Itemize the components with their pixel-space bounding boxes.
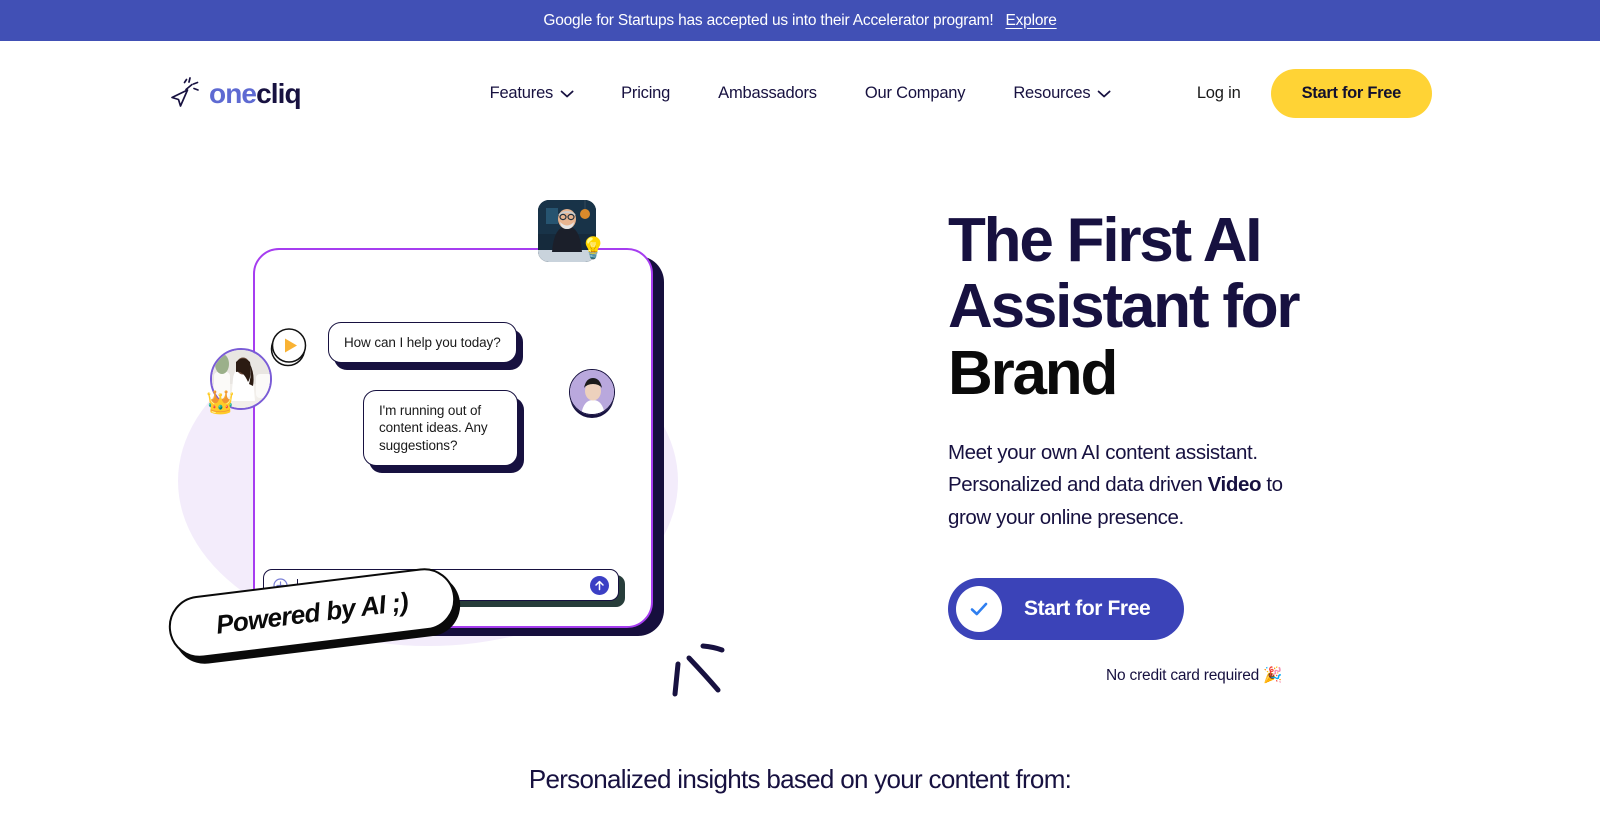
announcement-banner: Google for Startups has accepted us into… [0,0,1600,41]
announcement-message: Google for Startups has accepted us into… [543,11,994,29]
chat-bubble-user: I'm running out of content ideas. Any su… [363,390,518,466]
login-link[interactable]: Log in [1197,84,1241,103]
nav-item-label: Ambassadors [718,84,817,102]
cursor-sparkle-icon [171,76,199,107]
no-credit-card-note: No credit card required 🎉 [1106,667,1283,685]
nav-actions: Log in Start for Free [1197,69,1432,118]
insights-section: Personalized insights based on your cont… [0,764,1600,795]
chevron-down-icon [1097,90,1111,97]
arrow-up-icon [595,580,604,590]
logo[interactable]: onecliq [168,76,302,111]
headline-line-1: The First AI [948,206,1263,275]
nav-item-pricing[interactable]: Pricing [597,76,694,111]
hero-section: How can I help you today? I'm running ou… [0,146,1600,746]
nav-start-for-free-button[interactable]: Start for Free [1270,69,1432,118]
hero-subtitle-bold: Video [1207,473,1262,497]
send-message-button[interactable] [590,575,609,595]
main-navigation: onecliq Features Pricing Ambassadors Our… [0,41,1600,146]
logo-text-cliq: cliq [256,77,302,109]
announcement-explore-link[interactable]: Explore [1005,12,1056,30]
avatar-person-purple-image [570,370,614,414]
lightbulb-emoji: 💡 [580,237,607,260]
chat-bubble-text: I'm running out of content ideas. Any su… [379,403,488,453]
insights-heading: Personalized insights based on your cont… [528,764,1072,794]
hero-start-for-free-button[interactable]: Start for Free [948,578,1185,641]
play-button-icon[interactable] [268,326,310,368]
headline-line-3: Brand [948,338,1118,408]
nav-item-label: Features [489,84,554,102]
nav-item-ambassadors[interactable]: Ambassadors [694,76,841,111]
avatar-person-purple [569,369,615,415]
chat-bubble-assistant: How can I help you today? [328,322,517,364]
nav-item-label: Our Company [864,84,966,102]
page-title: The First AI Assistant for Brand [948,206,1308,408]
hero-copy: The First AI Assistant for Brand Meet yo… [868,186,1432,746]
logo-text: onecliq [209,77,302,109]
crown-emoji: 👑 [206,389,235,415]
headline-line-2: Assistant for [948,272,1301,342]
nav-item-features[interactable]: Features [466,76,598,111]
nav-links: Features Pricing Ambassadors Our Company… [466,76,1135,111]
decorative-strokes [672,643,725,697]
chat-bubble-text: How can I help you today? [344,335,501,350]
hero-cta-label: Start for Free [1024,597,1151,621]
nav-item-our-company[interactable]: Our Company [841,76,990,111]
logo-text-one: one [209,77,257,109]
chevron-down-icon [560,90,573,97]
hero-subtitle: Meet your own AI content assistant. Pers… [948,437,1323,534]
nav-item-resources[interactable]: Resources [989,76,1134,111]
hero-illustration: How can I help you today? I'm running ou… [165,186,868,746]
nav-item-label: Resources [1013,84,1091,102]
check-icon [970,602,988,616]
check-badge [956,586,1002,633]
nav-item-label: Pricing [621,84,671,102]
